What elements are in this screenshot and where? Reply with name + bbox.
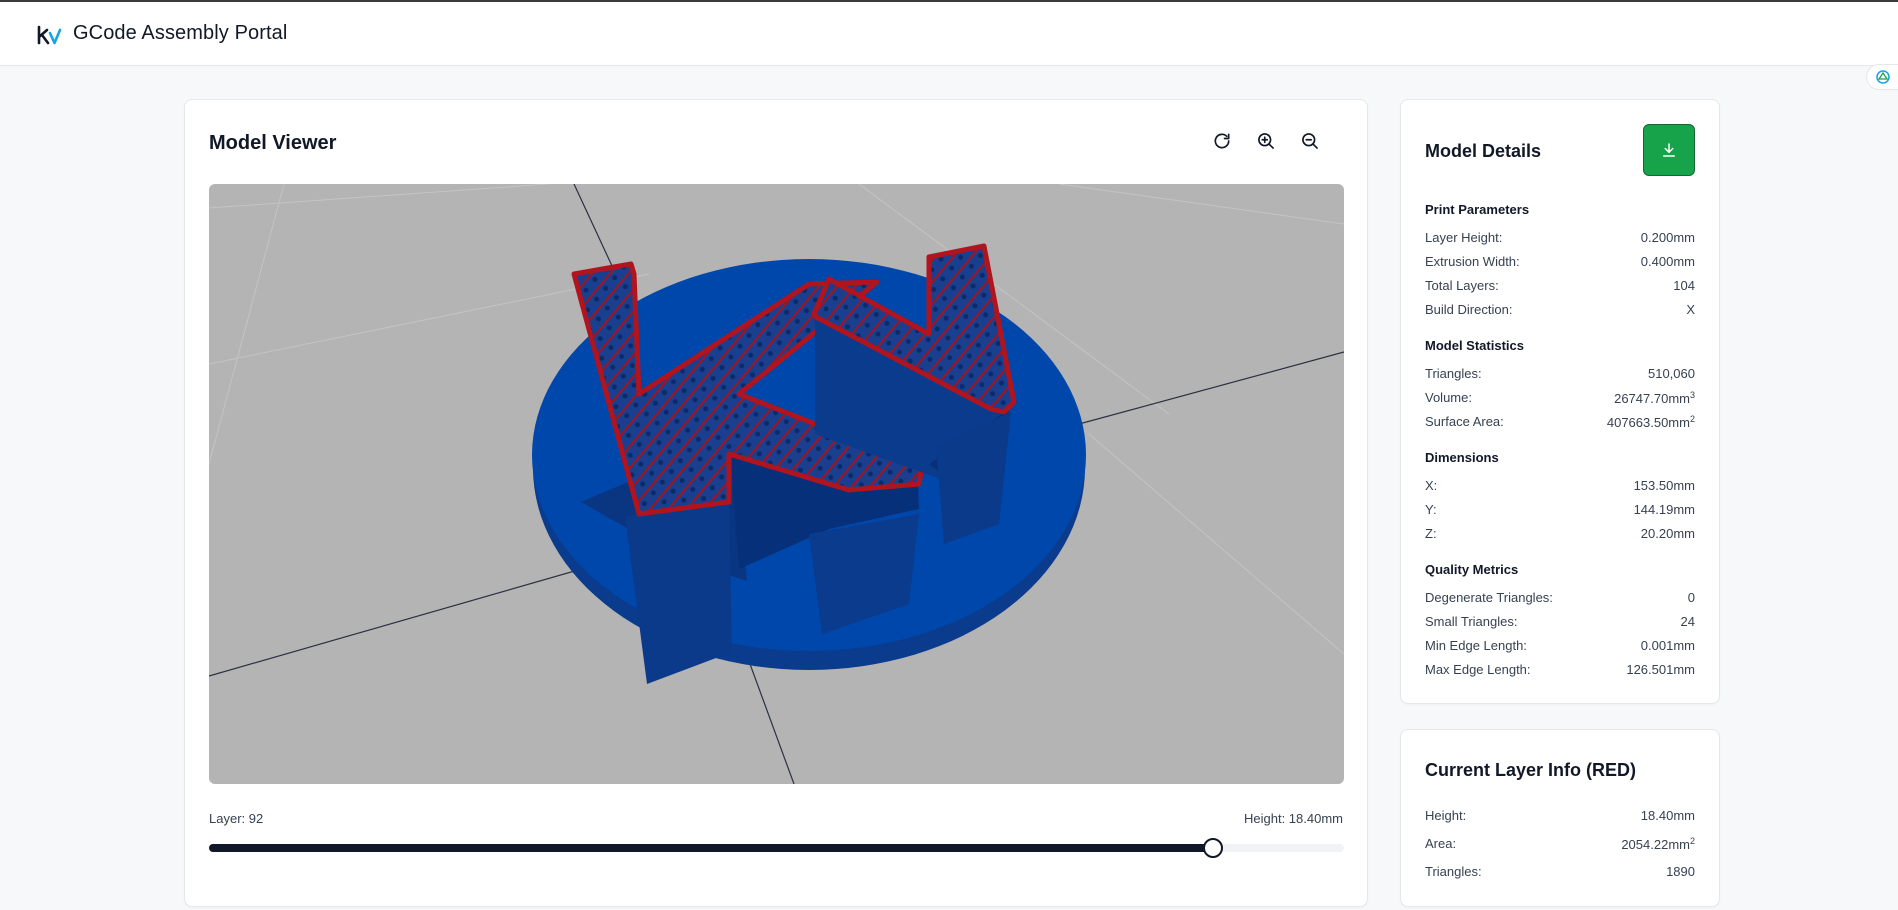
zoom-in-icon [1258,133,1274,149]
detail-label: Volume: [1425,390,1472,405]
detail-label: Z: [1425,526,1437,541]
layer-slider-thumb[interactable] [1203,838,1224,858]
detail-row: Z: 20.20mm [1425,526,1695,541]
kv-logo[interactable] [37,23,62,45]
current-layer-card: Current Layer Info (RED) Height: 18.40mm … [1400,729,1720,907]
layer-slider-fill [209,844,1214,852]
layer-info-value: 2054.22mm2 [1621,836,1695,852]
detail-row: Max Edge Length: 126.501mm [1425,662,1695,677]
detail-label: Min Edge Length: [1425,638,1527,653]
zoom-out-button[interactable] [1297,128,1323,154]
3d-viewport[interactable] [209,184,1344,784]
detail-value: 26747.70mm3 [1614,390,1695,406]
refresh-icon [1214,133,1230,149]
layer-info-row: Triangles: 1890 [1425,864,1695,879]
detail-value: 0.001mm [1640,638,1695,653]
detail-row: Degenerate Triangles: 0 [1425,590,1695,605]
detail-label: Build Direction: [1425,302,1513,317]
app-header: GCode Assembly Portal [0,2,1898,66]
browser-extension-icon[interactable] [1866,64,1898,90]
detail-label: Layer Height: [1425,230,1503,245]
detail-value: 126.501mm [1626,662,1695,677]
detail-row: Surface Area: 407663.50mm2 [1425,414,1695,430]
zoom-out-icon [1302,133,1318,149]
detail-row: Volume: 26747.70mm3 [1425,390,1695,406]
viewer-title: Model Viewer [209,132,337,154]
detail-value: 20.20mm [1640,526,1695,541]
height-label: Height: 18.40mm [1244,811,1343,826]
detail-value: 153.50mm [1633,478,1695,493]
detail-value: 407663.50mm2 [1606,414,1695,430]
layer-info-value: 1890 [1666,864,1695,879]
detail-value: X [1686,302,1695,317]
download-button[interactable] [1643,124,1695,176]
detail-value: 510,060 [1648,366,1695,381]
detail-row: Layer Height: 0.200mm [1425,230,1695,245]
detail-row: Y: 144.19mm [1425,502,1695,517]
detail-row: Extrusion Width: 0.400mm [1425,254,1695,269]
detail-label: Y: [1425,502,1437,517]
reset-view-button[interactable] [1209,128,1235,154]
detail-value: 144.19mm [1633,502,1695,517]
detail-value: 0 [1687,590,1695,605]
detail-value: 24 [1680,614,1695,629]
app-title: GCode Assembly Portal [73,22,288,44]
detail-value: 104 [1673,278,1695,293]
section-quality-metrics: Quality Metrics [1425,562,1519,577]
detail-label: Extrusion Width: [1425,254,1520,269]
layer-slider[interactable] [209,838,1344,858]
current-layer-title: Current Layer Info (RED) [1425,760,1637,780]
detail-label: Small Triangles: [1425,614,1518,629]
detail-value: 0.400mm [1640,254,1695,269]
detail-row: Small Triangles: 24 [1425,614,1695,629]
detail-label: Degenerate Triangles: [1425,590,1553,605]
layer-label: Layer: 92 [209,811,264,826]
detail-row: Min Edge Length: 0.001mm [1425,638,1695,653]
detail-row: Build Direction: X [1425,302,1695,317]
section-model-statistics: Model Statistics [1425,338,1524,353]
detail-row: Triangles: 510,060 [1425,366,1695,381]
detail-label: Max Edge Length: [1425,662,1531,677]
detail-label: Surface Area: [1425,414,1504,429]
detail-value: 0.200mm [1640,230,1695,245]
layer-info-row: Area: 2054.22mm2 [1425,836,1695,852]
section-print-parameters: Print Parameters [1425,202,1530,217]
layer-info-row: Height: 18.40mm [1425,808,1695,823]
detail-label: X: [1425,478,1438,493]
detail-label: Total Layers: [1425,278,1499,293]
model-details-card: Model Details Print Parameters Layer Hei… [1400,99,1720,704]
layer-info-label: Height: [1425,808,1467,823]
layer-info-label: Triangles: [1425,864,1482,879]
detail-row: Total Layers: 104 [1425,278,1695,293]
detail-label: Triangles: [1425,366,1482,381]
section-dimensions: Dimensions [1425,450,1499,465]
details-title: Model Details [1425,141,1542,161]
detail-row: X: 153.50mm [1425,478,1695,493]
layer-info-label: Area: [1425,836,1457,851]
zoom-in-button[interactable] [1253,128,1279,154]
download-icon [1663,143,1675,157]
layer-info-value: 18.40mm [1640,808,1695,823]
model-viewer-card: Model Viewer Layer: 92 Height: 18.40mm [184,99,1368,907]
